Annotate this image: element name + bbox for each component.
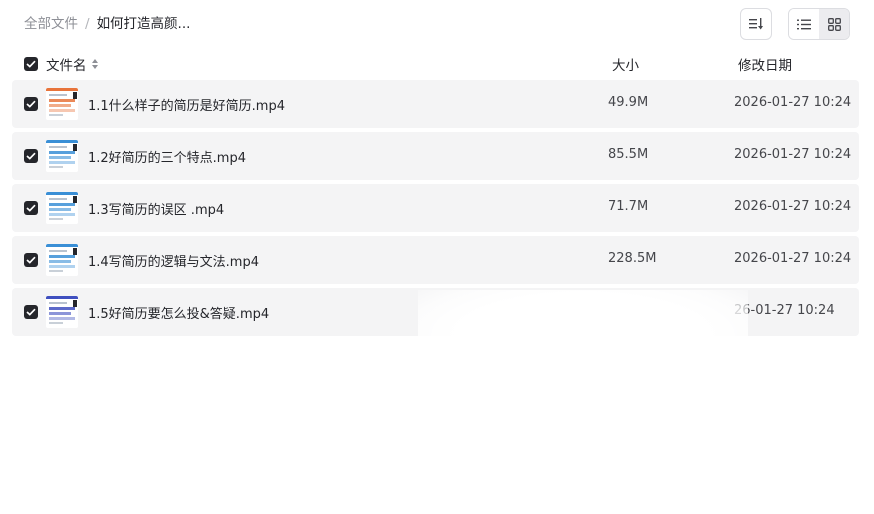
file-name[interactable]: 1.1什么样子的简历是好简历.mp4	[88, 95, 285, 114]
file-row[interactable]: 1.4写简历的逻辑与文法.mp4 228.5M 2026-01-27 10:24	[12, 236, 859, 284]
video-thumbnail-image	[46, 296, 78, 328]
column-header-name[interactable]: 文件名	[46, 54, 99, 74]
file-list: 1.1什么样子的简历是好简历.mp4 49.9M 2026-01-27 10:2…	[12, 80, 859, 340]
select-all-checkbox[interactable]	[24, 57, 38, 71]
grid-view-button[interactable]	[819, 9, 849, 39]
video-thumbnail	[46, 140, 78, 172]
list-view-button[interactable]	[789, 9, 819, 39]
file-name[interactable]: 1.2好简历的三个特点.mp4	[88, 147, 246, 166]
breadcrumb-root-link[interactable]: 全部文件	[24, 14, 78, 34]
sort-icon	[749, 18, 763, 30]
file-modified-date: 2026-01-27 10:24	[734, 147, 852, 162]
file-name[interactable]: 1.5好简历要怎么投&答疑.mp4	[88, 303, 269, 322]
checkmark-icon	[26, 100, 36, 108]
file-name[interactable]: 1.4写简历的逻辑与文法.mp4	[88, 251, 259, 270]
checkmark-icon	[26, 256, 36, 264]
checkmark-icon	[26, 204, 36, 212]
file-size: 228.5M	[608, 251, 657, 266]
file-modified-date: 26-01-27 10:24	[734, 303, 835, 318]
file-size: 71.7M	[608, 199, 649, 214]
video-thumbnail	[46, 88, 78, 120]
column-header-name-label: 文件名	[46, 58, 87, 74]
grid-view-icon	[827, 17, 841, 31]
file-row[interactable]: 1.1什么样子的简历是好简历.mp4 49.9M 2026-01-27 10:2…	[12, 80, 859, 128]
sort-toggle-icon	[91, 59, 98, 69]
top-bar: 全部文件 / 如何打造高颜...	[0, 0, 874, 48]
file-modified-date: 2026-01-27 10:24	[734, 95, 852, 110]
video-thumbnail-image	[46, 140, 78, 172]
sort-button[interactable]	[740, 8, 772, 40]
row-checkbox[interactable]	[24, 305, 38, 319]
video-thumbnail-image	[46, 244, 78, 276]
file-table-header: 文件名 大小 修改日期	[12, 52, 859, 76]
video-thumbnail-image	[46, 192, 78, 224]
checkmark-icon	[26, 60, 36, 68]
checkmark-icon	[26, 308, 36, 316]
row-checkbox[interactable]	[24, 97, 38, 111]
row-checkbox[interactable]	[24, 253, 38, 267]
file-modified-date: 2026-01-27 10:24	[734, 251, 852, 266]
file-modified-date: 2026-01-27 10:24	[734, 199, 852, 214]
file-size: 85.5M	[608, 147, 649, 162]
video-thumbnail-image	[46, 88, 78, 120]
file-size: 49.9M	[608, 95, 649, 110]
row-checkbox[interactable]	[24, 201, 38, 215]
column-header-date[interactable]: 修改日期	[738, 54, 792, 74]
view-mode-toggle	[788, 8, 850, 40]
video-thumbnail	[46, 244, 78, 276]
breadcrumb: 全部文件 / 如何打造高颜...	[24, 14, 190, 34]
video-thumbnail	[46, 192, 78, 224]
file-row[interactable]: 1.2好简历的三个特点.mp4 85.5M 2026-01-27 10:24	[12, 132, 859, 180]
file-row[interactable]: 1.3写简历的误区 .mp4 71.7M 2026-01-27 10:24	[12, 184, 859, 232]
video-thumbnail	[46, 296, 78, 328]
file-name[interactable]: 1.3写简历的误区 .mp4	[88, 199, 224, 218]
breadcrumb-current-folder: 如何打造高颜...	[96, 16, 191, 32]
breadcrumb-separator: /	[85, 16, 90, 32]
file-row[interactable]: 1.5好简历要怎么投&答疑.mp4 26-01-27 10:24	[12, 288, 859, 336]
row-checkbox[interactable]	[24, 149, 38, 163]
list-view-icon	[797, 19, 811, 29]
checkmark-icon	[26, 152, 36, 160]
column-header-size[interactable]: 大小	[612, 54, 639, 74]
